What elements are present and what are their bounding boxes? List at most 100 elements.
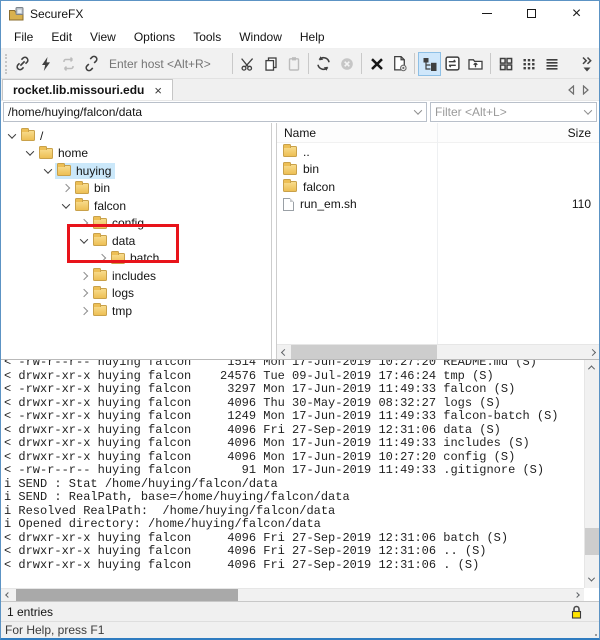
- folder-icon: [283, 164, 297, 175]
- quick-connect-button[interactable]: [34, 52, 57, 76]
- chevron-collapsed-icon[interactable]: [80, 307, 88, 315]
- path-dropdown-button[interactable]: [410, 109, 426, 115]
- paste-button: [282, 52, 305, 76]
- tree-item-label: logs: [112, 286, 134, 300]
- tab-scroll-right-icon[interactable]: [582, 85, 590, 95]
- resize-grip[interactable]: [595, 634, 597, 636]
- menu-tools[interactable]: Tools: [184, 30, 230, 44]
- scroll-right-arrow-icon[interactable]: [570, 593, 584, 597]
- minimize-button[interactable]: [464, 1, 509, 26]
- maximize-button[interactable]: [509, 1, 554, 26]
- tab-scroll-left-icon[interactable]: [567, 85, 575, 95]
- refresh-icon: [315, 55, 332, 72]
- synchronize-button[interactable]: [441, 52, 464, 76]
- app-icon: [8, 6, 24, 22]
- list-view-icon: [544, 56, 560, 72]
- chevron-expanded-icon[interactable]: [8, 130, 16, 138]
- hscrollbar-thumb[interactable]: [16, 589, 238, 601]
- file-name: falcon: [303, 180, 335, 194]
- chevron-expanded-icon[interactable]: [44, 165, 52, 173]
- host-input[interactable]: [107, 56, 225, 72]
- menu-help[interactable]: Help: [291, 30, 334, 44]
- close-button[interactable]: ×: [554, 1, 599, 26]
- menu-window[interactable]: Window: [230, 30, 291, 44]
- scroll-down-arrow-icon[interactable]: [588, 575, 595, 582]
- menu-view[interactable]: View: [81, 30, 125, 44]
- column-header-name[interactable]: Name: [277, 126, 437, 140]
- tree-view-button[interactable]: [418, 52, 441, 76]
- tree-item-label: /: [40, 129, 43, 143]
- file-icon: [283, 198, 294, 211]
- tree-item-falcon[interactable]: falcon: [1, 197, 271, 215]
- chevron-expanded-icon[interactable]: [26, 148, 34, 156]
- small-icons-view-button[interactable]: [517, 52, 540, 76]
- large-icons-view-button[interactable]: [494, 52, 517, 76]
- chevron-collapsed-icon[interactable]: [80, 272, 88, 280]
- hscrollbar-thumb[interactable]: [291, 345, 437, 359]
- log-hscrollbar[interactable]: [1, 588, 584, 601]
- chevron-down-icon: [414, 106, 422, 114]
- synchronize-icon: [444, 55, 461, 72]
- path-combobox[interactable]: /home/huying/falcon/data: [3, 102, 427, 122]
- tree-item-tmp[interactable]: tmp: [1, 302, 271, 320]
- tab-close-icon[interactable]: ×: [154, 84, 162, 97]
- connect-button[interactable]: [11, 52, 34, 76]
- toolbar: [1, 49, 599, 79]
- tree-item-label: huying: [76, 164, 111, 178]
- chevron-collapsed-icon[interactable]: [62, 184, 70, 192]
- file-row-run_em.sh[interactable]: run_em.sh110: [277, 196, 599, 214]
- scroll-right-arrow-icon[interactable]: [585, 350, 599, 355]
- window-controls: ×: [464, 1, 599, 26]
- stop-icon: [339, 56, 355, 72]
- tree-item-huying[interactable]: huying: [1, 162, 271, 180]
- tree-item-logs[interactable]: logs: [1, 285, 271, 303]
- tree-item-home[interactable]: home: [1, 145, 271, 163]
- session-tab[interactable]: rocket.lib.missouri.edu ×: [2, 79, 173, 100]
- refresh-button[interactable]: [312, 52, 335, 76]
- file-row-falcon[interactable]: falcon: [277, 178, 599, 196]
- parent-folder-icon: [467, 56, 484, 72]
- scroll-left-arrow-icon[interactable]: [1, 593, 15, 597]
- parent-folder-button[interactable]: [464, 52, 487, 76]
- folder-icon: [39, 148, 53, 159]
- delete-button[interactable]: [365, 52, 388, 76]
- large-icons-view-icon: [498, 56, 514, 72]
- menu-options[interactable]: Options: [125, 30, 184, 44]
- cut-button[interactable]: [236, 52, 259, 76]
- log-vscrollbar[interactable]: [584, 360, 599, 588]
- filter-dropdown-button[interactable]: [580, 109, 596, 115]
- double-chevron-icon: [580, 56, 594, 67]
- folder-tree-panel: /homehuyingbinfalconconfigdatabatchinclu…: [1, 123, 272, 359]
- new-file-button[interactable]: [388, 52, 411, 76]
- file-name: run_em.sh: [300, 197, 357, 211]
- vscrollbar-thumb[interactable]: [585, 528, 599, 555]
- list-view-button[interactable]: [540, 52, 563, 76]
- toolbar-overflow-button[interactable]: [580, 56, 597, 72]
- chevron-collapsed-icon[interactable]: [80, 289, 88, 297]
- disconnect-icon: [83, 55, 100, 72]
- tree-item-label: tmp: [112, 304, 132, 318]
- addressbar: /home/huying/falcon/data Filter <Alt+L>: [1, 101, 599, 123]
- entries-count: 1 entries: [7, 605, 53, 619]
- toolbar-grip[interactable]: [5, 54, 7, 74]
- copy-button[interactable]: [259, 52, 282, 76]
- column-header-size[interactable]: Size: [437, 126, 599, 140]
- tree-item-includes[interactable]: includes: [1, 267, 271, 285]
- file-list-hscrollbar[interactable]: [277, 344, 599, 359]
- disconnect-button[interactable]: [80, 52, 103, 76]
- toolbar-separator: [414, 53, 415, 74]
- file-row-bin[interactable]: bin: [277, 161, 599, 179]
- tree-item-root[interactable]: /: [1, 127, 271, 145]
- toolbar-separator: [308, 53, 309, 74]
- tree-item-bin[interactable]: bin: [1, 180, 271, 198]
- chevron-expanded-icon[interactable]: [62, 200, 70, 208]
- menu-edit[interactable]: Edit: [42, 30, 81, 44]
- tab-label: rocket.lib.missouri.edu: [13, 83, 144, 97]
- scroll-up-arrow-icon[interactable]: [588, 365, 595, 372]
- filter-combobox[interactable]: Filter <Alt+L>: [430, 102, 597, 122]
- file-row-..[interactable]: ..: [277, 143, 599, 161]
- tree-item-label: bin: [94, 181, 110, 195]
- scroll-left-arrow-icon[interactable]: [277, 350, 291, 355]
- path-value: /home/huying/falcon/data: [4, 105, 410, 119]
- menu-file[interactable]: File: [5, 30, 42, 44]
